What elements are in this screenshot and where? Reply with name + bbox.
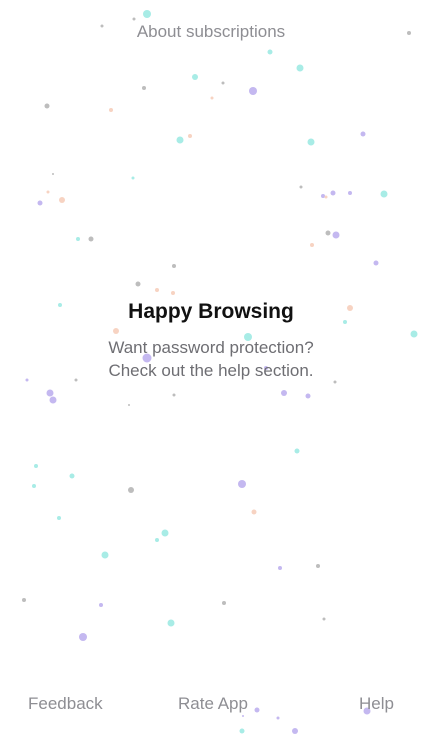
confetti-dot [348,191,352,195]
empty-state: Happy Browsing Want password protection?… [0,300,422,382]
confetti-dot [360,131,366,137]
confetti-dot [135,281,141,287]
confetti-dot [59,197,65,203]
confetti-dot [325,230,331,236]
confetti-dot [307,138,315,146]
confetti-dot [278,566,282,570]
confetti-dot [251,509,257,515]
confetti-dot [172,264,176,268]
confetti-dot [37,200,43,206]
confetti-dot [299,185,303,189]
bottom-toolbar: Feedback Rate App Help [0,694,422,722]
confetti-dot [239,728,245,734]
empty-state-line-1: Want password protection? [108,338,314,357]
empty-state-title: Happy Browsing [128,300,294,323]
confetti-dot [305,393,311,399]
confetti-dot [101,551,109,559]
confetti-dot [76,237,80,241]
confetti-dot [128,404,130,406]
confetti-dot [238,480,246,488]
confetti-dot [322,617,326,621]
confetti-dot [49,396,57,404]
feedback-button[interactable]: Feedback [28,694,103,714]
confetti-dot [32,484,36,488]
empty-state-line-2: Check out the help section. [108,361,314,380]
confetti-dot [281,390,287,396]
confetti-dot [44,103,50,109]
help-button[interactable]: Help [359,694,394,714]
confetti-dot [192,74,198,80]
confetti-dot [155,288,159,292]
confetti-dot [292,728,298,734]
confetti-dot [46,190,50,194]
confetti-dot [155,538,159,542]
confetti-dot [380,190,388,198]
confetti-dot [373,260,379,266]
confetti-dot [161,529,169,537]
confetti-dot [52,173,54,175]
confetti-dot [57,516,61,520]
confetti-dot [324,195,328,199]
confetti-dot [332,231,340,239]
confetti-dot [330,190,336,196]
confetti-dot [310,243,314,247]
confetti-dot [143,10,151,18]
confetti-dot [267,49,273,55]
confetti-dot [294,448,300,454]
confetti-dot [171,291,175,295]
confetti-dot [34,464,38,468]
confetti-dot [296,64,304,72]
confetti-dot [176,136,184,144]
confetti-dot [99,603,103,607]
confetti-dot [172,393,176,397]
confetti-dot [188,134,192,138]
confetti-dot [88,236,94,242]
confetti-dot [222,601,226,605]
confetti-dot [109,108,113,112]
confetti-dot [128,487,134,493]
confetti-dot [210,96,214,100]
confetti-dot [132,17,136,21]
confetti-dot [167,619,175,627]
confetti-dot [221,81,225,85]
confetti-dot [316,564,320,568]
rate-app-button[interactable]: Rate App [178,694,248,714]
confetti-dot [69,473,75,479]
confetti-dot [321,194,325,198]
confetti-dot [249,87,257,95]
confetti-dot [131,176,135,180]
confetti-dot [142,86,146,90]
confetti-dot [22,598,26,602]
about-subscriptions-link[interactable]: About subscriptions [0,22,422,42]
confetti-dot [46,389,54,397]
confetti-dot [79,633,87,641]
